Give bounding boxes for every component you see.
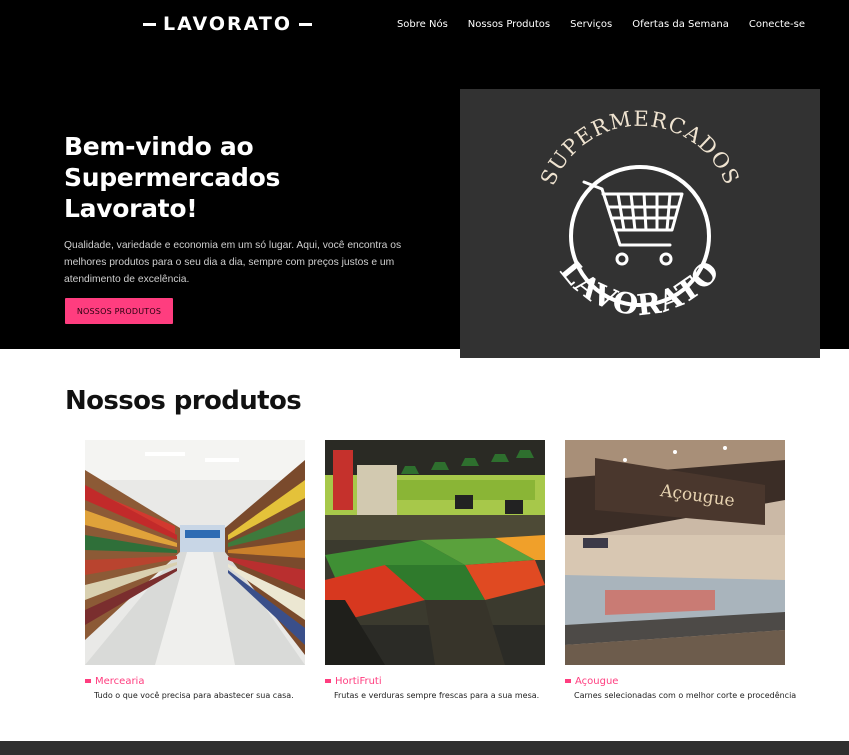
nav-item-ofertas[interactable]: Ofertas da Semana	[632, 19, 729, 30]
supermarket-cart-logo: SUPERMERCADOS LAVORATO	[536, 107, 744, 323]
site-logo[interactable]: LAVORATO	[143, 10, 313, 38]
logo-dash-left	[143, 22, 156, 26]
brand-logo-card: SUPERMERCADOS LAVORATO	[460, 89, 820, 358]
product-card-mercearia[interactable]: Mercearia Tudo o que você precisa para a…	[85, 440, 305, 700]
products-section-title: Nossos produtos	[65, 386, 302, 416]
hero-description: Qualidade, variedade e economia em um só…	[64, 240, 402, 285]
butcher-counter-photo: Açougue	[565, 440, 785, 665]
cart-icon	[582, 180, 684, 266]
product-label: Mercearia	[95, 675, 145, 687]
logo-arc-top-text: SUPERMERCADOS	[536, 107, 744, 189]
grocery-aisle-photo	[85, 440, 305, 665]
product-card-acougue[interactable]: Açougue Açougue Carnes selecionadas com …	[565, 440, 797, 700]
hero-title: Bem-vindo ao Supermercados Lavorato!	[64, 132, 281, 223]
main-nav: Sobre Nós Nossos Produtos Serviços Ofert…	[397, 19, 805, 30]
nav-item-servicos[interactable]: Serviços	[570, 19, 612, 30]
nossos-produtos-button[interactable]: NOSSOS PRODUTOS	[65, 298, 173, 324]
footer	[0, 741, 849, 755]
accent-tick	[325, 679, 331, 683]
product-card-hortifruti[interactable]: HortiFruti Frutas e verduras sempre fres…	[325, 440, 545, 700]
product-label: HortiFruti	[335, 675, 382, 687]
product-label: Açougue	[575, 675, 619, 687]
nav-item-sobre-nos[interactable]: Sobre Nós	[397, 19, 448, 30]
product-description: Tudo o que você precisa para abastecer s…	[94, 691, 294, 700]
nav-item-nossos-produtos[interactable]: Nossos Produtos	[468, 19, 550, 30]
nav-item-conecte-se[interactable]: Conecte-se	[749, 19, 805, 30]
produce-section-photo	[325, 440, 545, 665]
logo-arc-bottom-text: LAVORATO	[553, 253, 727, 322]
logo-dash-right	[299, 22, 313, 26]
accent-tick	[85, 679, 91, 683]
product-description: Frutas e verduras sempre frescas para a …	[334, 691, 540, 700]
logo-text: LAVORATO	[163, 13, 293, 35]
accent-tick	[565, 679, 571, 683]
product-description: Carnes selecionadas com o melhor corte e…	[574, 691, 797, 700]
